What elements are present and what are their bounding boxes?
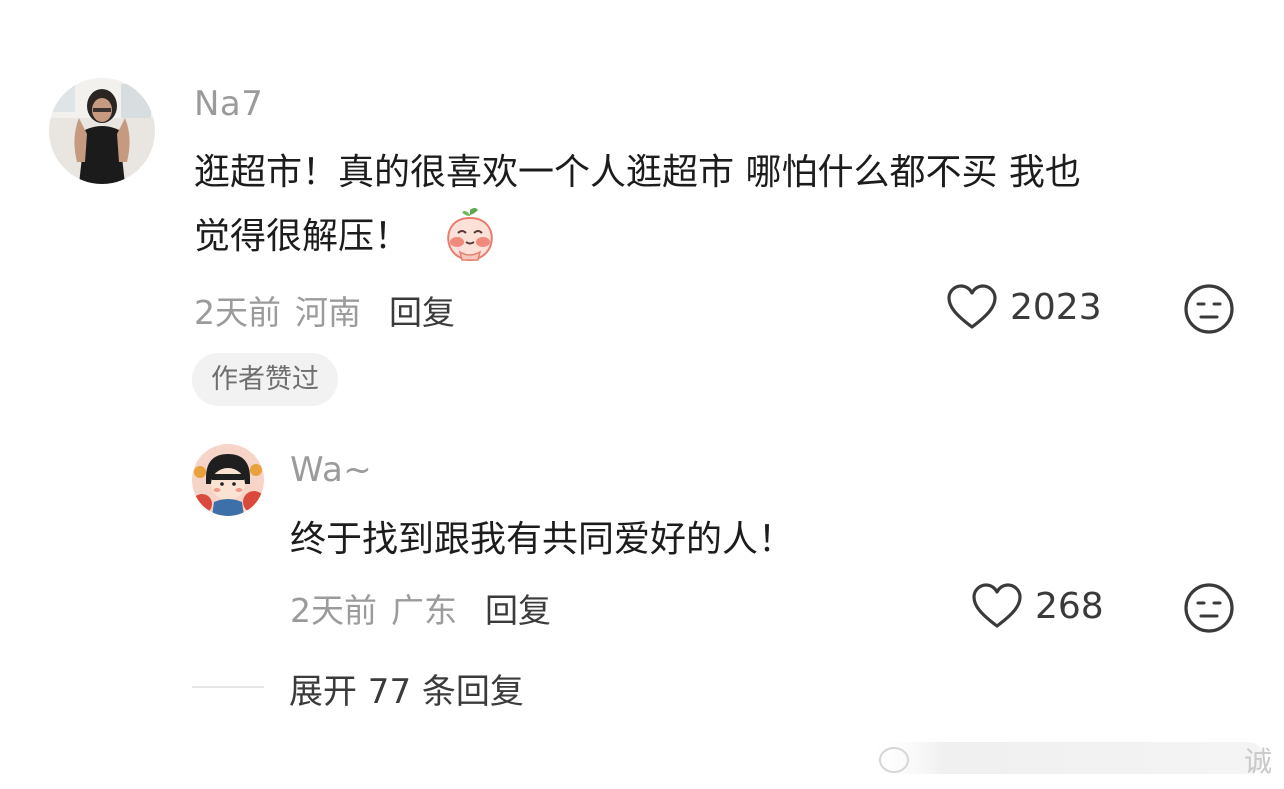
avatar[interactable] <box>192 444 264 516</box>
meh-face-icon <box>1184 583 1234 633</box>
avatar[interactable] <box>49 78 155 184</box>
comment-meta: 2天前 河南 回复 <box>194 286 455 334</box>
like-count: 2023 <box>1010 286 1102 328</box>
watermark-text: 诚 <box>1243 745 1272 778</box>
meh-face-icon <box>1184 284 1234 334</box>
comment-region: 广东 <box>391 591 457 630</box>
comment-text: 终于找到跟我有共同爱好的人！ <box>290 519 795 560</box>
expand-divider <box>192 686 264 688</box>
watermark <box>864 736 1284 780</box>
heart-outline-icon <box>972 583 1022 628</box>
username[interactable]: Wa~ <box>290 450 372 490</box>
reply-button[interactable]: 回复 <box>389 293 455 332</box>
comment-time: 2天前 <box>290 591 377 630</box>
dislike-button[interactable] <box>1183 283 1235 335</box>
username[interactable]: Na7 <box>194 84 263 124</box>
reply-button[interactable]: 回复 <box>485 591 551 630</box>
comment-text-continued: 觉得很解压！ <box>194 216 411 257</box>
comment-meta: 2天前 广东 回复 <box>290 584 551 632</box>
like-button[interactable]: 2023 <box>946 283 1102 331</box>
dislike-button[interactable] <box>1183 582 1235 634</box>
peach-emoji-sticker <box>444 206 496 262</box>
like-count: 268 <box>1035 585 1104 627</box>
comment-thread: Na7 逛超市！真的很喜欢一个人逛超市 哪怕什么都不买 我也 觉得很解压！ 2天… <box>0 0 1284 789</box>
heart-outline-icon <box>947 284 997 329</box>
comment-time: 2天前 <box>194 293 281 332</box>
comment-text: 逛超市！真的很喜欢一个人逛超市 哪怕什么都不买 我也 <box>194 152 1081 193</box>
comment-region: 河南 <box>295 293 361 332</box>
like-button[interactable]: 268 <box>971 582 1104 630</box>
expand-replies-button[interactable]: 展开 77 条回复 <box>289 664 524 713</box>
author-liked-badge: 作者赞过 <box>192 353 338 406</box>
